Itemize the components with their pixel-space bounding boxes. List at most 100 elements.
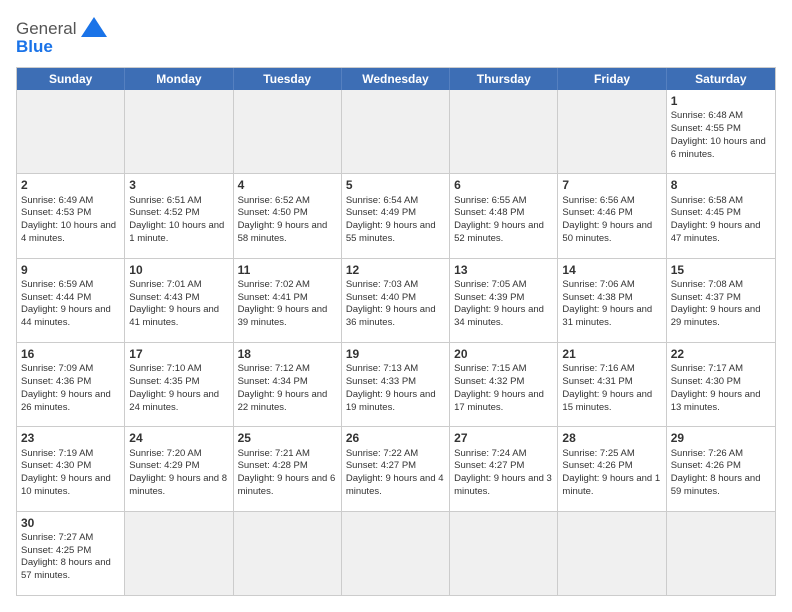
day-info: Sunrise: 7:27 AM Sunset: 4:25 PM Dayligh… (21, 532, 111, 581)
day-cell-26: 26 Sunrise: 7:22 AM Sunset: 4:27 PM Dayli… (342, 427, 450, 510)
day-number: 12 (346, 262, 445, 278)
calendar: SundayMondayTuesdayWednesdayThursdayFrid… (16, 67, 776, 596)
day-number: 18 (238, 346, 337, 362)
day-cell-16: 16Sunrise: 7:09 AM Sunset: 4:36 PM Dayli… (17, 343, 125, 426)
day-info: Sunrise: 7:21 AM Sunset: 4:28 PM Dayligh… (238, 448, 336, 497)
day-info: Sunrise: 7:12 AM Sunset: 4:34 PM Dayligh… (238, 363, 328, 412)
day-info: Sunrise: 6:58 AM Sunset: 4:45 PM Dayligh… (671, 195, 761, 244)
day-cell-21: 21Sunrise: 7:16 AM Sunset: 4:31 PM Dayli… (558, 343, 666, 426)
day-cell-18: 18Sunrise: 7:12 AM Sunset: 4:34 PM Dayli… (234, 343, 342, 426)
empty-cell (450, 90, 558, 173)
day-cell-17: 17Sunrise: 7:10 AM Sunset: 4:35 PM Dayli… (125, 343, 233, 426)
day-number: 14 (562, 262, 661, 278)
day-cell-24: 24 Sunrise: 7:20 AM Sunset: 4:29 PM Dayli… (125, 427, 233, 510)
day-header-thursday: Thursday (450, 68, 558, 90)
empty-cell (450, 512, 558, 595)
day-info: Sunrise: 7:09 AM Sunset: 4:36 PM Dayligh… (21, 363, 111, 412)
day-info: Sunrise: 6:59 AM Sunset: 4:44 PM Dayligh… (21, 279, 111, 328)
day-cell-29: 29 Sunrise: 7:26 AM Sunset: 4:26 PM Dayli… (667, 427, 775, 510)
day-number: 21 (562, 346, 661, 362)
page: General Blue SundayMondayTuesdayWednesda… (0, 0, 792, 612)
day-number: 30 (21, 515, 120, 531)
day-cell-28: 28 Sunrise: 7:25 AM Sunset: 4:26 PM Dayli… (558, 427, 666, 510)
day-number: 23 (21, 430, 120, 446)
day-number: 22 (671, 346, 771, 362)
day-number: 17 (129, 346, 228, 362)
day-cell-25: 25 Sunrise: 7:21 AM Sunset: 4:28 PM Dayli… (234, 427, 342, 510)
day-number: 6 (454, 177, 553, 193)
day-cell-2: 2 Sunrise: 6:49 AM Sunset: 4:53 PM Daylig… (17, 174, 125, 257)
day-number: 24 (129, 430, 228, 446)
calendar-header: SundayMondayTuesdayWednesdayThursdayFrid… (17, 68, 775, 90)
day-cell-30: 30Sunrise: 7:27 AM Sunset: 4:25 PM Dayli… (17, 512, 125, 595)
day-info: Sunrise: 7:26 AM Sunset: 4:26 PM Dayligh… (671, 448, 761, 497)
day-info: Sunrise: 6:54 AM Sunset: 4:49 PM Dayligh… (346, 195, 436, 244)
day-number: 26 (346, 430, 445, 446)
empty-cell (558, 90, 666, 173)
empty-cell (342, 90, 450, 173)
day-info: Sunrise: 7:19 AM Sunset: 4:30 PM Dayligh… (21, 448, 111, 497)
day-header-monday: Monday (125, 68, 233, 90)
day-number: 10 (129, 262, 228, 278)
logo: General Blue (16, 16, 108, 57)
day-number: 15 (671, 262, 771, 278)
day-info: Sunrise: 7:15 AM Sunset: 4:32 PM Dayligh… (454, 363, 544, 412)
header: General Blue (16, 16, 776, 57)
day-number: 13 (454, 262, 553, 278)
day-cell-6: 6Sunrise: 6:55 AM Sunset: 4:48 PM Daylig… (450, 174, 558, 257)
day-number: 5 (346, 177, 445, 193)
day-info: Sunrise: 7:24 AM Sunset: 4:27 PM Dayligh… (454, 448, 552, 497)
day-number: 27 (454, 430, 553, 446)
empty-cell (558, 512, 666, 595)
day-number: 4 (238, 177, 337, 193)
day-number: 2 (21, 177, 120, 193)
day-info: Sunrise: 7:03 AM Sunset: 4:40 PM Dayligh… (346, 279, 436, 328)
empty-cell (17, 90, 125, 173)
day-number: 7 (562, 177, 661, 193)
day-cell-10: 10Sunrise: 7:01 AM Sunset: 4:43 PM Dayli… (125, 259, 233, 342)
day-header-sunday: Sunday (17, 68, 125, 90)
day-info: Sunrise: 7:22 AM Sunset: 4:27 PM Dayligh… (346, 448, 444, 497)
day-info: Sunrise: 6:49 AM Sunset: 4:53 PM Dayligh… (21, 195, 116, 244)
day-cell-4: 4Sunrise: 6:52 AM Sunset: 4:50 PM Daylig… (234, 174, 342, 257)
day-number: 25 (238, 430, 337, 446)
day-number: 1 (671, 93, 771, 109)
day-cell-14: 14Sunrise: 7:06 AM Sunset: 4:38 PM Dayli… (558, 259, 666, 342)
day-info: Sunrise: 7:10 AM Sunset: 4:35 PM Dayligh… (129, 363, 219, 412)
day-header-tuesday: Tuesday (234, 68, 342, 90)
day-cell-12: 12Sunrise: 7:03 AM Sunset: 4:40 PM Dayli… (342, 259, 450, 342)
day-cell-1: 1Sunrise: 6:48 AM Sunset: 4:55 PM Daylig… (667, 90, 775, 173)
day-info: Sunrise: 7:25 AM Sunset: 4:26 PM Dayligh… (562, 448, 660, 497)
logo-text: General (16, 19, 76, 39)
day-info: Sunrise: 7:06 AM Sunset: 4:38 PM Dayligh… (562, 279, 652, 328)
empty-cell (342, 512, 450, 595)
calendar-row-4: 23 Sunrise: 7:19 AM Sunset: 4:30 PM Dayli… (17, 427, 775, 511)
day-info: Sunrise: 7:17 AM Sunset: 4:30 PM Dayligh… (671, 363, 761, 412)
day-info: Sunrise: 7:01 AM Sunset: 4:43 PM Dayligh… (129, 279, 219, 328)
day-info: Sunrise: 6:56 AM Sunset: 4:46 PM Dayligh… (562, 195, 652, 244)
empty-cell (125, 90, 233, 173)
day-cell-19: 19Sunrise: 7:13 AM Sunset: 4:33 PM Dayli… (342, 343, 450, 426)
day-number: 9 (21, 262, 120, 278)
day-cell-3: 3 Sunrise: 6:51 AM Sunset: 4:52 PM Daylig… (125, 174, 233, 257)
day-info: Sunrise: 6:51 AM Sunset: 4:52 PM Dayligh… (129, 195, 224, 244)
day-number: 29 (671, 430, 771, 446)
day-number: 8 (671, 177, 771, 193)
day-info: Sunrise: 7:20 AM Sunset: 4:29 PM Dayligh… (129, 448, 227, 497)
day-cell-23: 23 Sunrise: 7:19 AM Sunset: 4:30 PM Dayli… (17, 427, 125, 510)
logo-icon (80, 16, 108, 38)
day-info: Sunrise: 7:05 AM Sunset: 4:39 PM Dayligh… (454, 279, 544, 328)
day-number: 3 (129, 177, 228, 193)
day-cell-15: 15Sunrise: 7:08 AM Sunset: 4:37 PM Dayli… (667, 259, 775, 342)
day-cell-5: 5 Sunrise: 6:54 AM Sunset: 4:49 PM Daylig… (342, 174, 450, 257)
day-info: Sunrise: 6:48 AM Sunset: 4:55 PM Dayligh… (671, 110, 766, 159)
day-info: Sunrise: 7:08 AM Sunset: 4:37 PM Dayligh… (671, 279, 761, 328)
day-cell-8: 8 Sunrise: 6:58 AM Sunset: 4:45 PM Daylig… (667, 174, 775, 257)
empty-cell (234, 90, 342, 173)
day-cell-7: 7 Sunrise: 6:56 AM Sunset: 4:46 PM Daylig… (558, 174, 666, 257)
day-cell-13: 13Sunrise: 7:05 AM Sunset: 4:39 PM Dayli… (450, 259, 558, 342)
empty-cell (125, 512, 233, 595)
logo-blue-text: Blue (16, 37, 53, 57)
day-info: Sunrise: 7:13 AM Sunset: 4:33 PM Dayligh… (346, 363, 436, 412)
day-number: 28 (562, 430, 661, 446)
